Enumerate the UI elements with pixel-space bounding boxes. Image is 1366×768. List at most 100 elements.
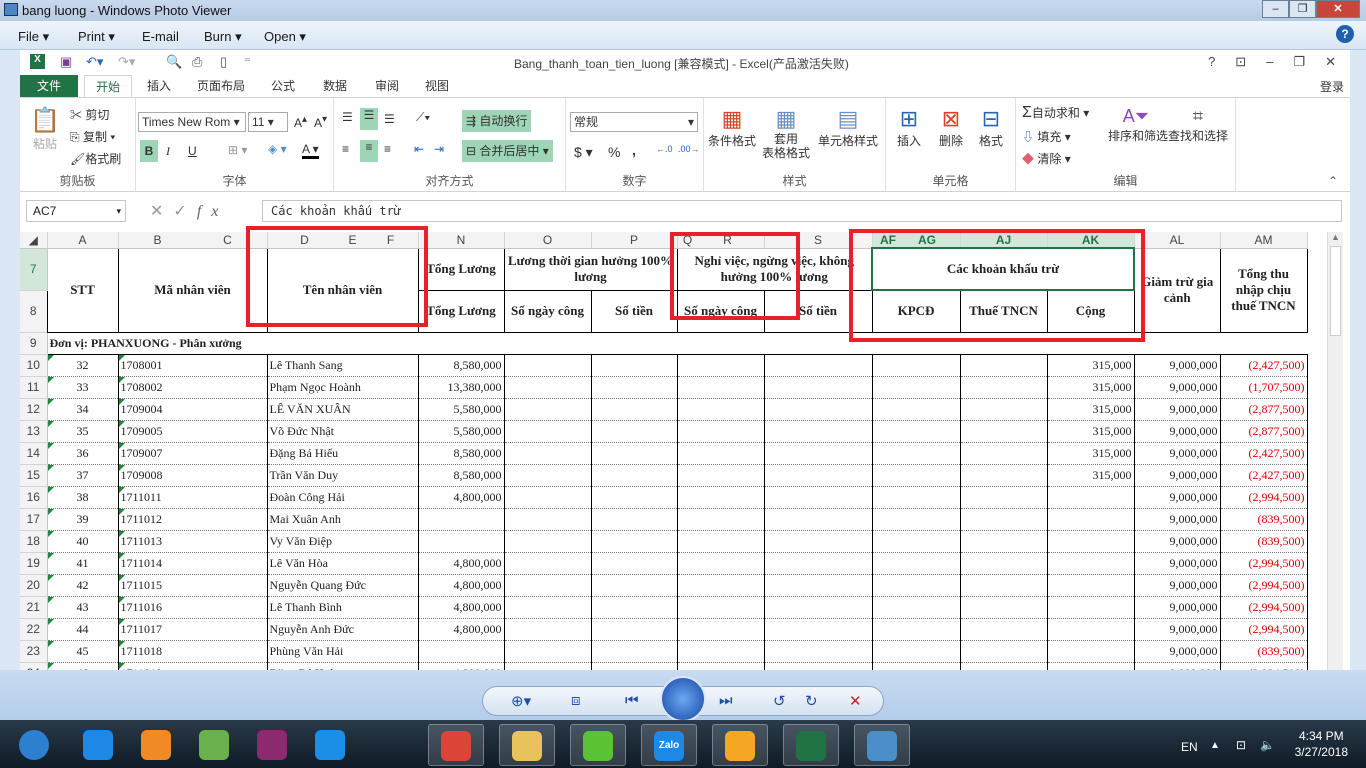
cell-s[interactable] bbox=[763, 442, 873, 465]
cell-s[interactable] bbox=[763, 376, 873, 399]
cell-s[interactable] bbox=[763, 552, 873, 575]
currency-button[interactable]: $ ▾ bbox=[574, 144, 593, 161]
tab-insert[interactable]: 插入 bbox=[136, 75, 182, 98]
merge-center-button[interactable]: ⊟ 合并后居中 ▾ bbox=[462, 140, 553, 162]
language-indicator[interactable]: EN bbox=[1181, 740, 1198, 754]
align-center-icon[interactable]: ≡ bbox=[360, 140, 378, 162]
wrap-text-button[interactable]: ⇶ 自动换行 bbox=[462, 110, 532, 132]
cell-kpcd[interactable] bbox=[871, 618, 961, 641]
cell-giam-tru[interactable]: 9,000,000 bbox=[1133, 574, 1221, 597]
cell-tong-thu-nhap[interactable]: (2,427,500) bbox=[1219, 442, 1308, 465]
cell-ma-nhan-vien[interactable]: 1709005 bbox=[117, 420, 268, 443]
cell-giam-tru[interactable]: 9,000,000 bbox=[1133, 618, 1221, 641]
cell-kpcd[interactable] bbox=[871, 486, 961, 509]
cell-cong[interactable] bbox=[1046, 486, 1135, 509]
sort-filter-button[interactable]: A⏷ 排序和筛选 bbox=[1108, 106, 1168, 144]
header-tong-thu-nhap[interactable]: Tổng thu nhập chịu thuế TNCN bbox=[1219, 247, 1308, 333]
cell-p[interactable] bbox=[590, 530, 678, 553]
cell-stt[interactable]: 46 bbox=[46, 662, 119, 670]
cell-ma-nhan-vien[interactable]: 1711012 bbox=[117, 508, 268, 531]
cell-qr[interactable] bbox=[676, 508, 765, 531]
delete-cells-button[interactable]: ⊠ 删除 bbox=[936, 106, 966, 149]
cell-kpcd[interactable] bbox=[871, 354, 961, 377]
actual-size-icon[interactable]: ⧈ bbox=[571, 692, 581, 709]
cell-giam-tru[interactable]: 9,000,000 bbox=[1133, 376, 1221, 399]
cell-tong-thu-nhap[interactable]: (2,994,500) bbox=[1219, 596, 1308, 619]
cell-tong-thu-nhap[interactable]: (1,707,500) bbox=[1219, 376, 1308, 399]
cell-kpcd[interactable] bbox=[871, 376, 961, 399]
cell-giam-tru[interactable]: 9,000,000 bbox=[1133, 640, 1221, 663]
tab-review[interactable]: 审阅 bbox=[364, 75, 410, 98]
cell-p[interactable] bbox=[590, 552, 678, 575]
cell-ma-nhan-vien[interactable]: 1711019 bbox=[117, 662, 268, 670]
align-bottom-icon[interactable]: ☰ bbox=[384, 112, 395, 126]
cell-styles-button[interactable]: ▤ 单元格样式 bbox=[816, 106, 880, 149]
cell-qr[interactable] bbox=[676, 552, 765, 575]
cell-qr[interactable] bbox=[676, 376, 765, 399]
name-box[interactable]: AC7 ▾ bbox=[26, 200, 126, 222]
redo-icon[interactable]: ↷▾ bbox=[118, 54, 135, 70]
cell-ten-nhan-vien[interactable]: Vy Văn Điệp bbox=[266, 530, 419, 553]
cell-qr[interactable] bbox=[676, 398, 765, 421]
cell-tong-luong[interactable]: 4,800,000 bbox=[417, 596, 505, 619]
cell-tong-thu-nhap[interactable]: (2,877,500) bbox=[1219, 420, 1308, 443]
collapse-ribbon-icon[interactable]: ⌃ bbox=[1328, 174, 1338, 188]
cell-tong-luong[interactable] bbox=[417, 530, 505, 553]
decrease-font-icon[interactable]: A▾ bbox=[314, 114, 327, 130]
customize-qat-icon[interactable]: ⁼ bbox=[244, 54, 251, 70]
format-painter-button[interactable]: 🖌格式刷 bbox=[70, 150, 121, 167]
login-link[interactable]: 登录 bbox=[1320, 78, 1344, 95]
cell-o[interactable] bbox=[503, 574, 592, 597]
ribbon-display-button[interactable]: ⊡ bbox=[1235, 54, 1246, 70]
header-tong-luong[interactable]: Tổng Lương bbox=[417, 289, 505, 333]
cell-o[interactable] bbox=[503, 662, 592, 670]
menu-file[interactable]: File ▾ bbox=[18, 29, 49, 45]
cell-stt[interactable]: 39 bbox=[46, 508, 119, 531]
cell-stt[interactable]: 35 bbox=[46, 420, 119, 443]
row-header[interactable]: 19 bbox=[20, 552, 48, 575]
cell-stt[interactable]: 42 bbox=[46, 574, 119, 597]
decrease-decimal-icon[interactable]: .00→ bbox=[678, 144, 700, 154]
cell-giam-tru[interactable]: 9,000,000 bbox=[1133, 354, 1221, 377]
cell-qr[interactable] bbox=[676, 420, 765, 443]
cell-o[interactable] bbox=[503, 442, 592, 465]
cell-cong[interactable] bbox=[1046, 640, 1135, 663]
print-icon[interactable]: ⎙ bbox=[192, 54, 202, 70]
row-header[interactable]: 24 bbox=[20, 662, 48, 670]
row-header[interactable]: 20 bbox=[20, 574, 48, 597]
cell-ten-nhan-vien[interactable]: Đoàn Công Hải bbox=[266, 486, 419, 509]
insert-cells-button[interactable]: ⊞ 插入 bbox=[894, 106, 924, 149]
cell-tong-thu-nhap[interactable]: (2,994,500) bbox=[1219, 662, 1308, 670]
cell-o[interactable] bbox=[503, 596, 592, 619]
cell-tong-luong[interactable]: 4,800,000 bbox=[417, 574, 505, 597]
find-select-button[interactable]: ⌗ 查找和选择 bbox=[1168, 106, 1228, 144]
increase-decimal-icon[interactable]: ←.0 bbox=[656, 144, 673, 154]
save-icon[interactable]: ▣ bbox=[60, 54, 72, 70]
taskbar-app-internet-explorer[interactable] bbox=[70, 724, 126, 766]
cell-s[interactable] bbox=[763, 618, 873, 641]
col-header-o[interactable]: O bbox=[504, 232, 592, 249]
cell-ma-nhan-vien[interactable]: 1711017 bbox=[117, 618, 268, 641]
formula-buttons[interactable]: ✕✓fx bbox=[150, 201, 228, 221]
cell-tong-luong[interactable]: 4,800,000 bbox=[417, 486, 505, 509]
cell-ma-nhan-vien[interactable]: 1709004 bbox=[117, 398, 268, 421]
cell-cong[interactable]: 315,000 bbox=[1046, 420, 1135, 443]
cell-thue-tncn[interactable] bbox=[959, 420, 1048, 443]
cell-kpcd[interactable] bbox=[871, 662, 961, 670]
comma-button[interactable]: , bbox=[632, 142, 636, 158]
taskbar-app-start[interactable] bbox=[6, 724, 62, 766]
excel-minimize-button[interactable]: – bbox=[1266, 54, 1273, 70]
font-name-select[interactable]: Times New Rom ▾ bbox=[138, 112, 246, 132]
cell-s[interactable] bbox=[763, 354, 873, 377]
cell-tong-thu-nhap[interactable]: (2,994,500) bbox=[1219, 486, 1308, 509]
cell-ten-nhan-vien[interactable]: Lê Thanh Sang bbox=[266, 354, 419, 377]
bold-button[interactable]: B bbox=[140, 140, 158, 162]
cell-tong-thu-nhap[interactable]: (839,500) bbox=[1219, 530, 1308, 553]
cell-stt[interactable]: 37 bbox=[46, 464, 119, 487]
excel-help-button[interactable]: ? bbox=[1208, 54, 1215, 70]
cell-stt[interactable]: 34 bbox=[46, 398, 119, 421]
row-header[interactable]: 14 bbox=[20, 442, 48, 465]
cell-kpcd[interactable] bbox=[871, 420, 961, 443]
cell-tong-luong[interactable]: 4,800,000 bbox=[417, 552, 505, 575]
cell-tong-luong[interactable] bbox=[417, 640, 505, 663]
